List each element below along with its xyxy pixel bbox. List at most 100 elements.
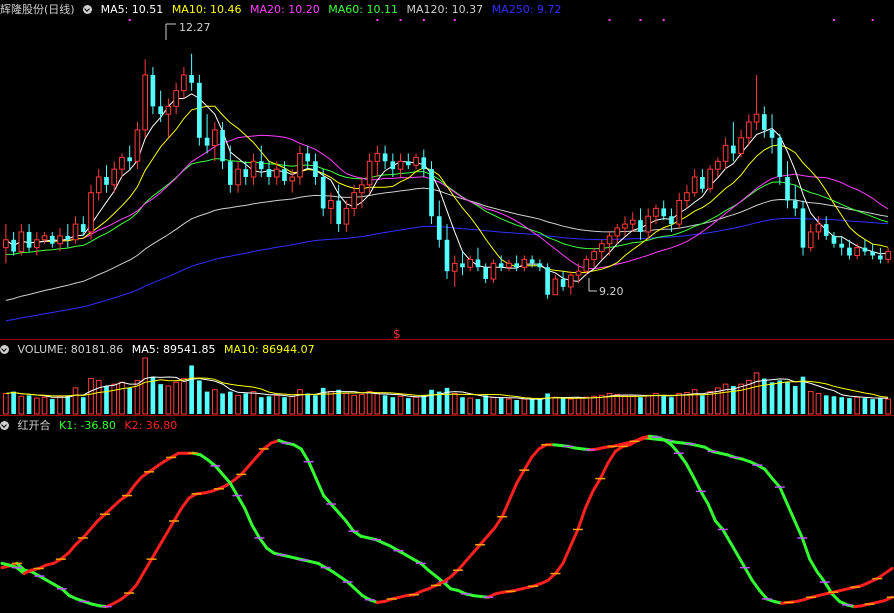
k2-segment [493, 515, 504, 530]
low-label: 9.20 [599, 285, 624, 298]
k1-segment [583, 489, 595, 510]
k1-segment [157, 532, 169, 548]
candle-body [397, 160, 404, 170]
signal-dot [639, 19, 642, 21]
k1-segment [254, 447, 266, 459]
k1-segment [800, 536, 812, 561]
volume-bar [266, 396, 272, 414]
candle-body [320, 177, 326, 209]
candle-body [815, 223, 822, 233]
candle-body [104, 177, 109, 185]
candle-body [490, 262, 497, 280]
candle-body [49, 235, 55, 244]
stock-chart[interactable]: 12.27 9.20 $ [0, 0, 894, 613]
k1-segment [142, 557, 154, 574]
indicator-panel [0, 434, 894, 609]
candle-body [258, 161, 264, 170]
volume-bar [119, 381, 125, 415]
volume-bar [467, 397, 474, 415]
volume-bar [204, 391, 210, 414]
candle-body [282, 169, 287, 181]
volume-bar [351, 394, 357, 415]
candle-body [243, 169, 249, 177]
volume-bar [235, 394, 241, 415]
k2-segment [758, 589, 769, 601]
volume-bar [521, 398, 528, 415]
candle-body [722, 145, 729, 162]
chevron-down-circle-icon[interactable] [0, 421, 9, 430]
volume-bar [598, 394, 605, 415]
candle-body [769, 129, 775, 138]
k2-segment [221, 472, 232, 485]
k2-segment [684, 461, 695, 479]
candle-body [839, 243, 845, 248]
volume-bar [405, 398, 411, 414]
volume-bar [212, 389, 218, 415]
volume-ma10: MA10: 86944.07 [223, 343, 315, 356]
volume-bar [88, 378, 94, 415]
chevron-down-circle-icon[interactable] [83, 5, 93, 14]
candle-body [622, 223, 628, 229]
candle-body [823, 224, 829, 236]
candle-body [537, 263, 543, 268]
volume-bar [142, 357, 148, 415]
ma120-value: MA120: 10.37 [406, 3, 484, 16]
candle-body [676, 200, 682, 225]
indicator-header: 红开合 K1: -36.80 K2: 36.80 [0, 417, 182, 435]
volume-bar [111, 383, 118, 415]
indicator-title: 红开合 [17, 419, 51, 432]
volume-bar [382, 395, 388, 414]
candle-body [700, 177, 705, 189]
candle-body [336, 200, 341, 225]
event-marker: $ [393, 327, 401, 341]
volume-bar [638, 397, 643, 414]
volume-bar [374, 392, 381, 415]
candle-body [498, 263, 504, 268]
k2-segment [706, 502, 717, 523]
k2-segment [257, 536, 269, 550]
candle-body [111, 168, 118, 186]
candle-body [560, 279, 566, 287]
k2-segment [132, 475, 144, 487]
signal-dot [608, 19, 611, 21]
candle-body [142, 74, 148, 131]
k2-segment [456, 560, 467, 572]
candle-body [583, 258, 590, 272]
volume-bar [560, 398, 566, 414]
candle-body [3, 239, 9, 249]
candle-body [638, 220, 643, 232]
signal-dot [422, 19, 425, 21]
k1-segment [553, 561, 565, 576]
k1-segment [808, 557, 819, 574]
k2-segment [478, 534, 489, 547]
volume-bar [731, 386, 736, 414]
k1-segment [172, 506, 183, 523]
candle-body [862, 247, 868, 252]
candle-body [235, 168, 241, 186]
chevron-down-circle-icon[interactable] [0, 345, 9, 354]
candle-body [189, 74, 194, 83]
k2-segment [750, 578, 762, 593]
candle-body [514, 263, 519, 268]
k2-segment [353, 587, 364, 598]
candle-body [575, 270, 582, 276]
candle-body [197, 82, 202, 138]
volume-bar [173, 381, 179, 415]
k2-segment [691, 475, 703, 493]
volume-bar [189, 365, 194, 414]
candle-body [552, 278, 559, 296]
k2-segment [110, 499, 122, 509]
k1-segment [60, 587, 71, 598]
k1-segment [419, 561, 430, 572]
candle-body [831, 235, 837, 244]
k2-segment [213, 464, 225, 476]
k1-segment [322, 494, 333, 506]
volume-bar [823, 395, 829, 414]
candle-body [366, 160, 373, 186]
candle-body [382, 153, 388, 162]
candle-body [11, 239, 16, 252]
k1-segment [763, 467, 774, 481]
candle-body [436, 216, 442, 240]
candle-body [266, 169, 272, 177]
volume-ma5: MA5: 89541.85 [131, 343, 216, 356]
